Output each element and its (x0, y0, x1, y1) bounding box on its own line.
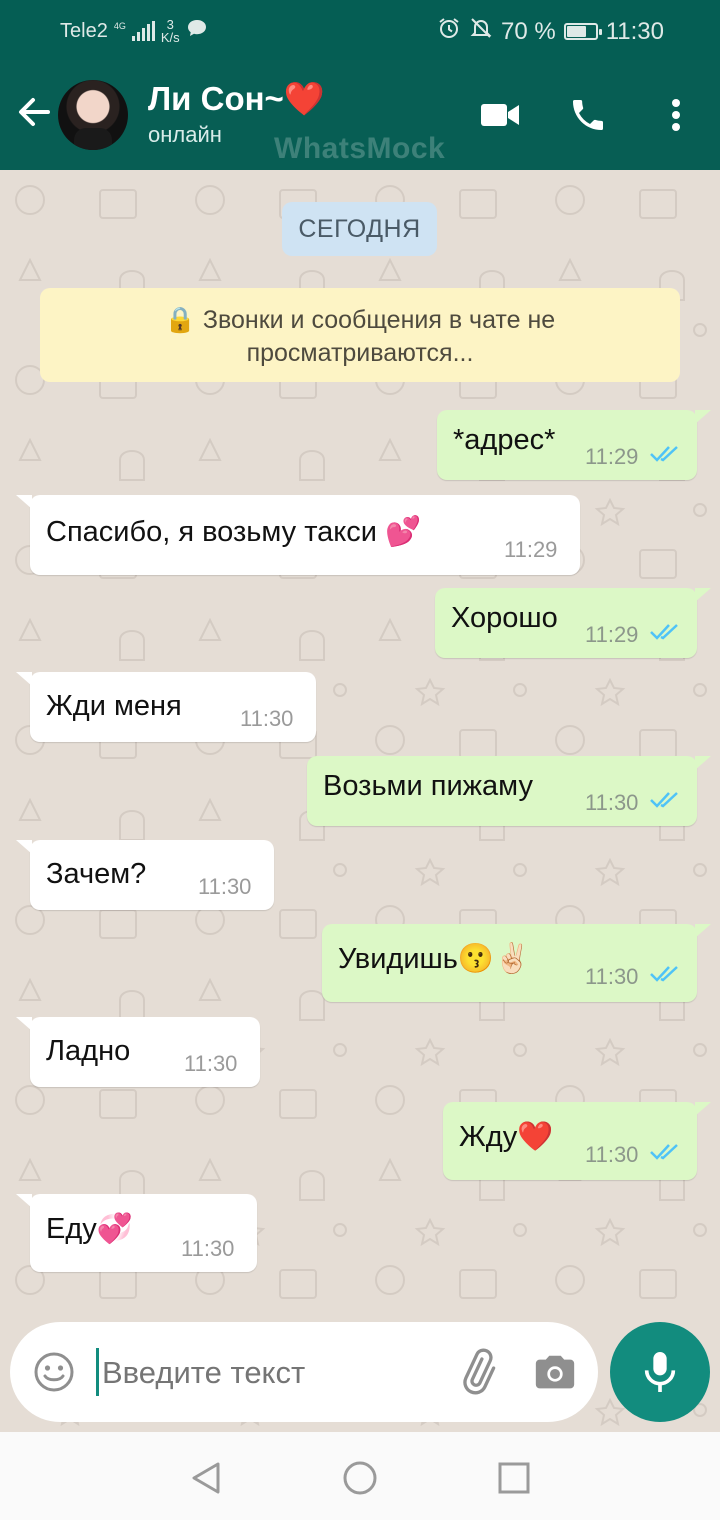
message-bubble-outgoing[interactable]: Возьми пижаму 11:30 (307, 756, 711, 826)
message-bubble-outgoing[interactable]: Жду❤️ 11:30 (443, 1102, 711, 1180)
voice-record-button[interactable] (610, 1322, 710, 1422)
battery-icon (563, 23, 602, 40)
message-text: Ладно (46, 1035, 131, 1067)
message-time: 11:30 (181, 1236, 235, 1261)
carrier-label: Tele2 (60, 19, 108, 42)
circle-home-icon (343, 1461, 377, 1495)
message-time: 11:29 (504, 537, 558, 562)
clock: 11:30 (605, 17, 664, 45)
paperclip-icon (463, 1348, 496, 1395)
message-bubble-incoming[interactable]: Еду💞 11:30 (16, 1194, 257, 1272)
read-receipt-icon (650, 624, 678, 640)
message-bubble-incoming[interactable]: Ладно 11:30 (16, 1017, 260, 1087)
read-receipt-icon (650, 1144, 678, 1160)
more-options-button[interactable] (651, 90, 701, 140)
square-recents-icon (498, 1462, 530, 1494)
message-notification-icon (186, 18, 208, 44)
back-button[interactable] (14, 92, 54, 132)
message-composer (10, 1322, 598, 1422)
message-time: 11:30 (184, 1051, 238, 1076)
message-text: Еду💞 (46, 1213, 133, 1245)
message-text: Спасибо, я возьму такси 💕 (46, 516, 422, 548)
watermark: WhatsMock (274, 132, 446, 165)
nav-recents-button[interactable] (494, 1458, 534, 1498)
message-list[interactable]: СЕГОДНЯ 🔒 Звонки и сообщения в чате не п… (0, 170, 720, 1432)
message-time: 11:30 (585, 1142, 639, 1167)
message-input[interactable] (100, 1346, 444, 1400)
alarm-icon (437, 16, 461, 47)
message-time: 11:30 (585, 790, 639, 815)
message-bubble-outgoing[interactable]: Хорошо 11:29 (435, 588, 711, 658)
message-time: 11:30 (585, 964, 639, 989)
contact-name[interactable]: Ли Сон~❤️ (148, 80, 325, 119)
message-bubble-outgoing[interactable]: *адрес* 11:29 (437, 410, 711, 480)
message-text: Хорошо (451, 602, 558, 634)
emoji-button[interactable] (32, 1350, 76, 1394)
status-bar: Tele2 4G 3 K/s 70 % 11:30 (0, 0, 720, 60)
more-vert-icon (672, 99, 680, 131)
voice-call-button[interactable] (563, 90, 613, 140)
signal-icon (131, 21, 155, 41)
attach-button[interactable] (452, 1348, 502, 1398)
nav-back-button[interactable] (186, 1458, 226, 1498)
message-text: *адрес* (453, 424, 556, 456)
message-time: 11:30 (240, 706, 294, 731)
video-camera-icon (481, 104, 519, 126)
battery-percent: 70 % (501, 17, 556, 45)
date-chip: СЕГОДНЯ (282, 202, 437, 256)
network-speed: 3 K/s (160, 17, 180, 45)
message-text: Жду❤️ (459, 1121, 554, 1153)
triangle-back-icon (192, 1462, 220, 1494)
message-text: Увидишь😗✌🏻 (338, 943, 531, 975)
message-bubble-incoming[interactable]: Зачем? 11:30 (16, 840, 274, 910)
message-bubble-incoming[interactable]: Спасибо, я возьму такси 💕 11:29 (16, 495, 580, 575)
message-text: Жди меня (46, 690, 182, 722)
phone-icon (573, 100, 603, 130)
camera-button[interactable] (532, 1350, 578, 1396)
nav-home-button[interactable] (340, 1458, 380, 1498)
video-call-button[interactable] (475, 90, 525, 140)
text-caret (96, 1348, 99, 1396)
message-time: 11:29 (585, 622, 639, 647)
smiley-icon (34, 1352, 74, 1392)
message-text: Зачем? (46, 858, 147, 890)
message-time: 11:30 (198, 874, 252, 899)
read-receipt-icon (650, 966, 678, 982)
system-nav-bar (0, 1432, 720, 1520)
message-time: 11:29 (585, 444, 639, 469)
avatar[interactable] (58, 80, 128, 150)
message-bubble-incoming[interactable]: Жди меня 11:30 (16, 672, 316, 742)
read-receipt-icon (650, 446, 678, 462)
contact-status: онлайн (148, 122, 222, 147)
chat-header: Ли Сон~❤️ онлайн WhatsMock (0, 60, 720, 170)
microphone-icon (644, 1352, 676, 1392)
encryption-notice[interactable]: 🔒 Звонки и сообщения в чате не просматри… (40, 288, 680, 382)
mute-bell-icon (469, 16, 493, 47)
network-type: 4G (113, 20, 126, 31)
arrow-left-icon (19, 98, 50, 126)
read-receipt-icon (650, 792, 678, 808)
message-text: Возьми пижаму (323, 770, 533, 802)
message-bubble-outgoing[interactable]: Увидишь😗✌🏻 11:30 (322, 924, 711, 1002)
camera-icon (535, 1355, 575, 1389)
